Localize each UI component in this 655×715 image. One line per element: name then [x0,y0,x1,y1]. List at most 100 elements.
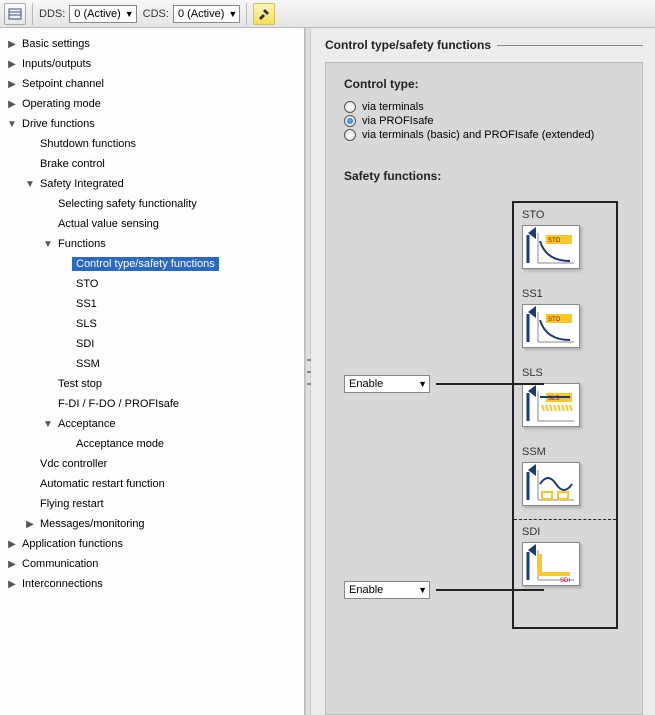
enable-combo[interactable]: Enable ▼ [344,375,430,393]
safety-function-label: SDI [522,526,608,538]
control-type-option[interactable]: via terminals [344,101,624,113]
content-pane: Control type/safety functions Control ty… [311,28,655,715]
tree-item[interactable]: ▶Setpoint channel [0,74,304,94]
tree-item[interactable]: F-DI / F-DO / PROFIsafe [0,394,304,414]
safety-function-item: STOSTO [514,203,616,282]
tree-item[interactable]: ▶Application functions [0,534,304,554]
tree-item-label: Inputs/outputs [18,57,95,71]
tree-item-label: Test stop [54,377,106,391]
tree-item[interactable]: ▼Functions [0,234,304,254]
tree-item[interactable]: ▼Acceptance [0,414,304,434]
expand-icon[interactable]: ▶ [6,39,18,50]
connector-line [436,383,544,385]
collapse-icon[interactable]: ▼ [42,419,54,430]
safety-function-icon[interactable]: STO [522,304,580,348]
safety-function-item: SSM [514,440,616,519]
collapse-icon[interactable]: ▼ [6,119,18,130]
hammer-wrench-icon [257,7,271,21]
cds-combo[interactable]: 0 (Active) ▼ [173,5,240,23]
tree-item[interactable]: ▶Interconnections [0,574,304,594]
tree-item-label: SSM [72,357,104,371]
tree-item[interactable]: ▶Operating mode [0,94,304,114]
safety-functions-box: STOSTOSS1STOSLSSLSSSMSDISDI [512,201,618,629]
tree-item[interactable]: STO [0,274,304,294]
tree-item-label: Safety Integrated [36,177,128,191]
tree-item-label: Shutdown functions [36,137,140,151]
tree-item-label: Messages/monitoring [36,517,149,531]
collapse-icon[interactable]: ▼ [24,179,36,190]
svg-text:STO: STO [548,238,561,244]
collapse-icon[interactable]: ▼ [42,239,54,250]
tree-item-label: F-DI / F-DO / PROFIsafe [54,397,183,411]
safety-function-label: SSM [522,446,608,458]
tree-item-label: SS1 [72,297,101,311]
tree-item-label: Basic settings [18,37,94,51]
tree-item-label: Flying restart [36,497,108,511]
dds-combo[interactable]: 0 (Active) ▼ [69,5,136,23]
tree-item-label: Brake control [36,157,109,171]
chevron-down-icon: ▼ [228,9,237,19]
tree-item-label: Drive functions [18,117,99,131]
tree-item[interactable]: Vdc controller [0,454,304,474]
toolbar-view-button[interactable] [4,3,26,25]
tree-item-label: SDI [72,337,98,351]
tree-item-label: Acceptance mode [72,437,168,451]
toolbar: DDS: 0 (Active) ▼ CDS: 0 (Active) ▼ [0,0,655,28]
tree-item[interactable]: ▶Messages/monitoring [0,514,304,534]
tree-item[interactable]: ▶Communication [0,554,304,574]
tree-item[interactable]: ▼Drive functions [0,114,304,134]
tree-item[interactable]: ▼Safety Integrated [0,174,304,194]
tree-item-label: Communication [18,557,102,571]
expand-icon[interactable]: ▶ [6,539,18,550]
content-title-row: Control type/safety functions [325,38,643,52]
expand-icon[interactable]: ▶ [24,519,36,530]
expand-icon[interactable]: ▶ [6,559,18,570]
splitter[interactable] [305,28,311,715]
tree-item-label: Functions [54,237,110,251]
tree-item[interactable]: Actual value sensing [0,214,304,234]
tree-item[interactable]: SSM [0,354,304,374]
tree-item[interactable]: SS1 [0,294,304,314]
tree-item[interactable]: ▶Inputs/outputs [0,54,304,74]
enable-combo[interactable]: Enable ▼ [344,581,430,599]
tree-item[interactable]: Shutdown functions [0,134,304,154]
control-type-option[interactable]: via terminals (basic) and PROFIsafe (ext… [344,129,624,141]
tree-item-label: STO [72,277,102,291]
tree-item[interactable]: Flying restart [0,494,304,514]
safety-function-label: SS1 [522,288,608,300]
expand-icon[interactable]: ▶ [6,79,18,90]
safety-function-item: SDI SDI [514,519,616,631]
safety-function-icon[interactable] [522,462,580,506]
svg-text:STO: STO [548,317,561,323]
radio-label: via terminals [362,101,424,113]
chevron-down-icon: ▼ [125,9,134,19]
tree-item[interactable]: Automatic restart function [0,474,304,494]
control-type-heading: Control type: [344,77,624,91]
tree-item-label: Operating mode [18,97,105,111]
tree-item[interactable]: Selecting safety functionality [0,194,304,214]
enable-label: Enable [349,584,383,596]
cds-selector-group: CDS: 0 (Active) ▼ [143,5,241,23]
radio-icon [344,129,356,141]
tree-item[interactable]: Brake control [0,154,304,174]
tree-item-label: Vdc controller [36,457,111,471]
expand-icon[interactable]: ▶ [6,99,18,110]
cds-value: 0 (Active) [178,8,224,20]
navigation-tree[interactable]: ▶Basic settings▶Inputs/outputs▶Setpoint … [0,28,305,715]
tree-item[interactable]: Control type/safety functions [0,254,304,274]
expand-icon[interactable]: ▶ [6,59,18,70]
tree-item[interactable]: SLS [0,314,304,334]
tree-item[interactable]: Test stop [0,374,304,394]
safety-function-icon[interactable]: SDI [522,542,580,586]
safety-function-icon[interactable]: STO [522,225,580,269]
control-type-option[interactable]: via PROFIsafe [344,115,624,127]
tree-item[interactable]: SDI [0,334,304,354]
tree-item[interactable]: Acceptance mode [0,434,304,454]
tools-button[interactable] [253,3,275,25]
enable-selector-1: Enable ▼ [344,375,544,393]
radio-label: via PROFIsafe [362,115,434,127]
radio-icon [344,101,356,113]
tree-item[interactable]: ▶Basic settings [0,34,304,54]
cds-label: CDS: [143,8,169,20]
expand-icon[interactable]: ▶ [6,579,18,590]
